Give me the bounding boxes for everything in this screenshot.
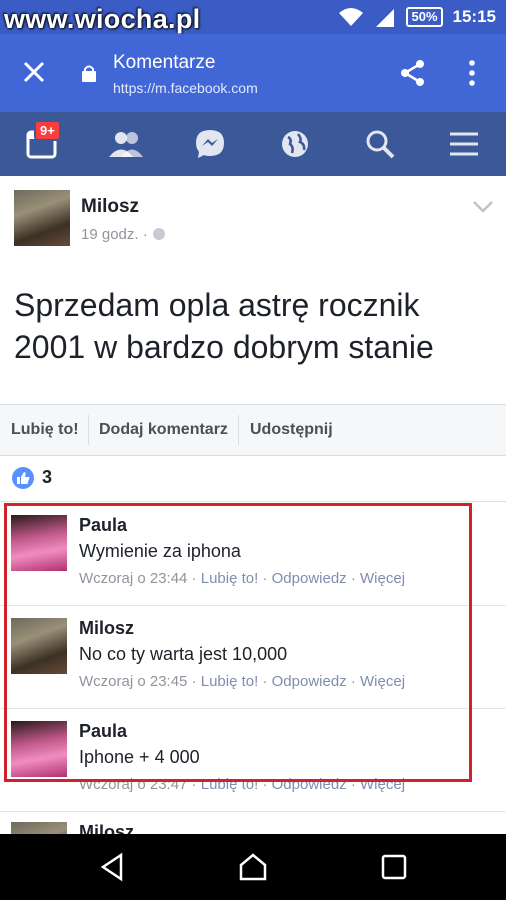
comment-meta: Wczoraj o 23:44 · Lubię to! · Odpowiedz … bbox=[79, 570, 406, 587]
globe-icon bbox=[282, 131, 308, 157]
friends-icon bbox=[109, 132, 143, 157]
comment-reply-link[interactable]: Odpowiedz bbox=[272, 570, 347, 587]
close-icon[interactable] bbox=[20, 58, 48, 86]
home-icon[interactable] bbox=[238, 852, 268, 882]
search-icon bbox=[366, 130, 395, 159]
divider bbox=[88, 415, 89, 445]
likes-row[interactable]: 3 bbox=[0, 456, 506, 502]
menu-tab[interactable] bbox=[446, 126, 482, 162]
back-icon[interactable] bbox=[98, 852, 128, 882]
messenger-tab[interactable] bbox=[192, 126, 228, 162]
comment-avatar[interactable] bbox=[11, 822, 67, 834]
comment-more-link[interactable]: Więcej bbox=[360, 673, 405, 690]
redaction-box bbox=[140, 614, 320, 640]
comment-time[interactable]: Wczoraj o 23:45 bbox=[79, 673, 187, 690]
comment-reply-link[interactable]: Odpowiedz bbox=[272, 776, 347, 793]
wifi-icon bbox=[339, 8, 364, 26]
comment-text: Wymienie za iphona bbox=[79, 541, 241, 561]
comment-text: Iphone + 4 000 bbox=[79, 747, 200, 767]
comment-author[interactable]: Paula bbox=[79, 721, 127, 742]
share-button[interactable]: Udostępnij bbox=[250, 421, 333, 439]
post-text: Sprzedam opla astrę rocznik 2001 w bardz… bbox=[14, 287, 434, 365]
comment-like-link[interactable]: Lubię to! bbox=[201, 570, 259, 587]
comment-avatar[interactable] bbox=[11, 618, 67, 674]
clock: 15:15 bbox=[452, 7, 496, 26]
comment-like-link[interactable]: Lubię to! bbox=[201, 776, 259, 793]
likes-count: 3 bbox=[42, 467, 53, 487]
lock-icon bbox=[82, 65, 96, 82]
page-url: https://m.facebook.com bbox=[113, 80, 258, 96]
add-comment-button[interactable]: Dodaj komentarz bbox=[99, 421, 228, 439]
comment-time[interactable]: Wczoraj o 23:44 bbox=[79, 570, 187, 587]
hamburger-icon bbox=[450, 132, 478, 156]
partial-comment: Milosz bbox=[0, 810, 506, 834]
comment-author[interactable]: Milosz bbox=[79, 822, 134, 834]
messenger-icon bbox=[196, 130, 224, 158]
friends-tab[interactable] bbox=[108, 126, 144, 162]
post-timestamp[interactable]: 19 godz. · bbox=[81, 226, 166, 243]
post-author-avatar[interactable] bbox=[14, 190, 70, 246]
comment-meta: Wczoraj o 23:45 · Lubię to! · Odpowiedz … bbox=[79, 673, 406, 690]
comment-like-link[interactable]: Lubię to! bbox=[201, 673, 259, 690]
status-icons: 50% 15:15 bbox=[338, 6, 496, 28]
browser-toolbar: Komentarze https://m.facebook.com bbox=[0, 34, 506, 112]
comment-avatar[interactable] bbox=[11, 721, 67, 777]
comment-more-link[interactable]: Więcej bbox=[360, 570, 405, 587]
watermark: www.wiocha.pl bbox=[4, 4, 201, 34]
post-author[interactable]: Milosz bbox=[81, 196, 139, 218]
comment-item: Paula Iphone + 4 000 Wczoraj o 23:47 · L… bbox=[0, 709, 506, 812]
comment-meta: Wczoraj o 23:47 · Lubię to! · Odpowiedz … bbox=[79, 776, 406, 793]
comment-item: Paula Wymienie za iphona Wczoraj o 23:44… bbox=[0, 503, 506, 606]
android-nav-bar bbox=[0, 834, 506, 900]
comment-text: No co ty warta jest 10,000 bbox=[79, 644, 288, 664]
search-tab[interactable] bbox=[362, 126, 398, 162]
facebook-nav-bar: 9+ bbox=[0, 112, 506, 176]
redaction-box bbox=[130, 717, 222, 743]
like-button[interactable]: Lubię to! bbox=[11, 421, 79, 439]
page-title: Komentarze bbox=[113, 52, 216, 73]
notification-badge: 9+ bbox=[34, 120, 61, 141]
post-actions-bar: Lubię to! Dodaj komentarz Udostępnij bbox=[0, 404, 506, 456]
recent-apps-icon[interactable] bbox=[379, 852, 409, 882]
signal-icon bbox=[376, 9, 395, 27]
comment-author[interactable]: Paula bbox=[79, 515, 127, 536]
battery-indicator: 50% bbox=[406, 7, 443, 27]
more-menu-icon[interactable] bbox=[465, 58, 479, 88]
chevron-down-icon[interactable] bbox=[472, 200, 494, 214]
share-icon[interactable] bbox=[398, 58, 428, 88]
redaction-box bbox=[130, 511, 216, 537]
divider bbox=[238, 415, 239, 445]
comment-avatar[interactable] bbox=[11, 515, 67, 571]
redaction-box bbox=[140, 820, 310, 834]
thumbs-up-icon bbox=[12, 467, 34, 489]
status-bar: www.wiocha.pl 50% 15:15 bbox=[0, 0, 506, 34]
comment-author[interactable]: Milosz bbox=[79, 618, 134, 639]
globe-tab[interactable] bbox=[277, 126, 313, 162]
comment-time[interactable]: Wczoraj o 23:47 bbox=[79, 776, 187, 793]
public-globe-icon bbox=[152, 228, 165, 240]
comment-reply-link[interactable]: Odpowiedz bbox=[272, 673, 347, 690]
comment-item: Milosz No co ty warta jest 10,000 Wczora… bbox=[0, 606, 506, 709]
comment-more-link[interactable]: Więcej bbox=[360, 776, 405, 793]
